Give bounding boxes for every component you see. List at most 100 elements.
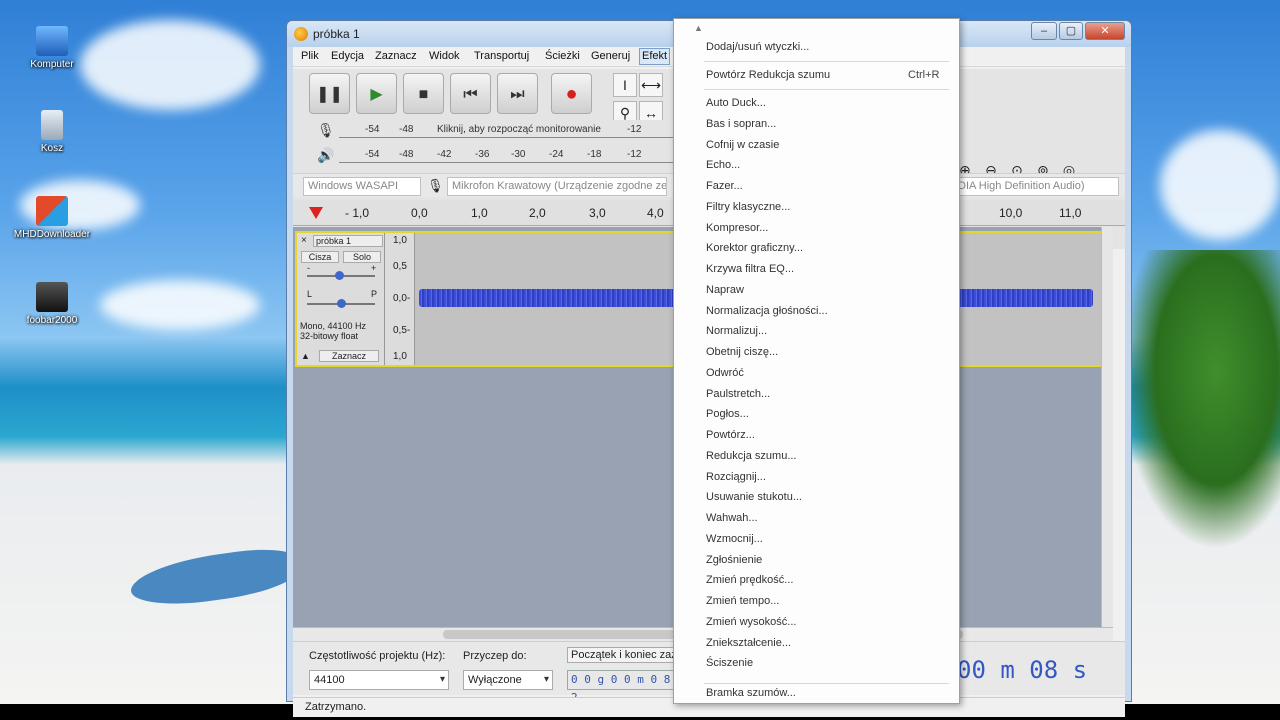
menu-item-effect[interactable]: Normalizuj... (706, 325, 767, 337)
menu-item-effect[interactable]: Zmień wysokość... (706, 616, 796, 628)
menu-item-label: Wzmocnij... (706, 532, 763, 545)
menu-item-effect[interactable]: Normalizacja głośności... (706, 305, 828, 317)
menu-generuj[interactable]: Generuj (591, 50, 630, 62)
input-device-select[interactable]: Mikrofon Krawatowy (Urządzenie zgodne ze (447, 177, 667, 196)
menu-item-effect[interactable]: Krzywa filtra EQ... (706, 263, 794, 275)
menu-item-effect[interactable]: Zgłośnienie (706, 554, 762, 566)
play-button[interactable]: ▶ (356, 73, 397, 114)
menu-item-label: Zmień tempo... (706, 595, 780, 607)
ruler-tick: - 1,0 (345, 206, 370, 220)
selection-start-time[interactable]: 0 0 g 0 0 m 0 8 2 (567, 670, 675, 704)
select-track-button[interactable]: Zaznacz (319, 350, 379, 362)
desktop-icon-mhddownloader[interactable]: MHDDownloader (12, 196, 92, 240)
scroll-up-arrow-icon[interactable]: ▲ (694, 23, 703, 33)
pan-slider[interactable] (307, 299, 375, 308)
menu-item-effect[interactable]: Zniekształcenie... (706, 637, 791, 649)
collapse-track-icon[interactable]: ▲ (301, 351, 310, 361)
record-button[interactable]: ● (551, 73, 592, 114)
selection-range-select[interactable]: Początek i koniec zaz (567, 647, 681, 663)
menu-item-label: Odwróć (706, 366, 744, 379)
output-device-select[interactable]: DIA High Definition Audio) (953, 177, 1119, 196)
menu-item-effect[interactable]: Auto Duck... (706, 97, 766, 109)
amplitude-scale: 1,0 0,5 0,0- 0,5- 1,0 (385, 233, 415, 365)
menu-item-effect[interactable]: Redukcja szumu... (706, 450, 796, 462)
menu-item-effect[interactable]: Usuwanie stukotu... (706, 491, 802, 503)
menu-item-effect[interactable]: Cofnij w czasie (706, 139, 779, 151)
menu-separator (704, 683, 949, 684)
menu-item-effect[interactable]: Powtórz... (706, 429, 755, 441)
maximize-button[interactable]: ▢ (1059, 22, 1083, 40)
record-meter[interactable]: 🎙 -54 -48 Kliknij, aby rozpocząć monitor… (317, 120, 679, 142)
snap-to-label: Przyczep do: (463, 650, 527, 662)
menu-item-effect[interactable]: Zmień prędkość... (706, 574, 793, 586)
menu-item-effect[interactable]: Ściszenie (706, 657, 753, 669)
gain-slider[interactable] (307, 271, 375, 280)
menu-item-effect[interactable]: Pogłos... (706, 408, 749, 420)
minimize-button[interactable]: – (1031, 22, 1057, 40)
palm-tree (1120, 250, 1280, 550)
menu-item-effect[interactable]: Echo... (706, 159, 740, 171)
menu-item-effect[interactable]: Wahwah... (706, 512, 758, 524)
desktop-icon-kosz[interactable]: Kosz (12, 110, 92, 154)
selection-tool-icon[interactable]: I (613, 73, 637, 97)
pause-button[interactable]: ❚❚ (309, 73, 350, 114)
menu-item-noise-gate[interactable]: Bramka szumów... (706, 687, 796, 699)
playback-meter-scale: -54 -48 -42 -36 -30 -24 -18 -12 (339, 149, 679, 163)
menu-edycja[interactable]: Edycja (331, 50, 364, 62)
record-meter-hint: Kliknij, aby rozpocząć monitorowanie (437, 124, 601, 135)
menu-item-effect[interactable]: Korektor graficzny... (706, 242, 803, 254)
foobar-icon (36, 282, 68, 312)
meter-tick: -36 (475, 149, 490, 160)
track-name-dropdown[interactable]: próbka 1 (313, 235, 383, 247)
menu-plik[interactable]: Plik (301, 50, 319, 62)
skip-to-end-button[interactable]: ⏭ (497, 73, 538, 114)
playback-meter[interactable]: 🔊 -54 -48 -42 -36 -30 -24 -18 -12 (317, 145, 679, 167)
menu-item-repeat-last-effect[interactable]: Powtórz Redukcja szumu Ctrl+R (706, 69, 939, 81)
desktop-icon-foobar2000[interactable]: foobar2000 (12, 282, 92, 326)
menu-item-effect[interactable]: Paulstretch... (706, 388, 770, 400)
menu-item-label: Bas i sopran... (706, 117, 777, 130)
menu-item-label: Usuwanie stukotu... (706, 491, 802, 504)
mute-button[interactable]: Cisza (301, 251, 339, 263)
menu-widok[interactable]: Widok (429, 50, 460, 62)
solo-button[interactable]: Solo (343, 251, 381, 263)
menu-transportuj[interactable]: Transportuj (474, 50, 529, 62)
menu-item-effect[interactable]: Kompresor... (706, 222, 768, 234)
desktop-icon-komputer[interactable]: Komputer (12, 26, 92, 70)
menu-item-effect[interactable]: Rozciągnij... (706, 471, 766, 483)
close-track-icon[interactable]: × (301, 235, 307, 246)
gain-slider-thumb[interactable] (335, 271, 344, 280)
menu-item-label: Zgłośnienie (706, 553, 763, 566)
menu-item-effect[interactable]: Napraw (706, 284, 744, 296)
audio-host-select[interactable]: Windows WASAPI (303, 177, 421, 196)
project-rate-select[interactable]: 44100 (309, 670, 449, 690)
menu-item-effect[interactable]: Wzmocnij... (706, 533, 763, 545)
menu-sciezki[interactable]: Ścieżki (545, 50, 580, 62)
menu-item-shortcut: Ctrl+R (908, 69, 940, 81)
menu-item-effect[interactable]: Zmień tempo... (706, 595, 779, 607)
meter-tick: -54 (365, 149, 380, 160)
skip-to-start-button[interactable]: ⏮ (450, 73, 491, 114)
menu-item-effect[interactable]: Obetnij ciszę... (706, 346, 778, 358)
desktop-icon-label: MHDDownloader (13, 229, 91, 240)
close-button[interactable]: ✕ (1085, 22, 1125, 40)
envelope-tool-icon[interactable]: ⟷ (639, 73, 663, 97)
menu-item-effect[interactable]: Filtry klasyczne... (706, 201, 790, 213)
audio-position-display: 00 m 08 s (957, 652, 1103, 688)
pan-slider-thumb[interactable] (337, 299, 346, 308)
vertical-scrollbar[interactable] (1101, 227, 1113, 627)
menu-item-effect[interactable]: Fazer... (706, 180, 743, 192)
computer-icon (36, 26, 68, 56)
stop-button[interactable]: ■ (403, 73, 444, 114)
speaker-icon: 🔊 (317, 147, 335, 163)
menu-item-effect[interactable]: Bas i sopran... (706, 118, 776, 130)
desktop-icon-label: Komputer (30, 59, 74, 70)
effect-menu-dropdown: ▲ Dodaj/usuń wtyczki... Powtórz Redukcja… (673, 18, 960, 704)
snap-to-select[interactable]: Wyłączone (463, 670, 553, 690)
amplitude-tick: 0,5 (393, 261, 407, 272)
play-head-marker-icon[interactable] (309, 207, 323, 219)
menu-efekt[interactable]: Efekt (639, 48, 671, 65)
menu-item-add-remove-plugins[interactable]: Dodaj/usuń wtyczki... (706, 41, 809, 53)
menu-zaznacz[interactable]: Zaznacz (375, 50, 417, 62)
menu-item-effect[interactable]: Odwróć (706, 367, 744, 379)
